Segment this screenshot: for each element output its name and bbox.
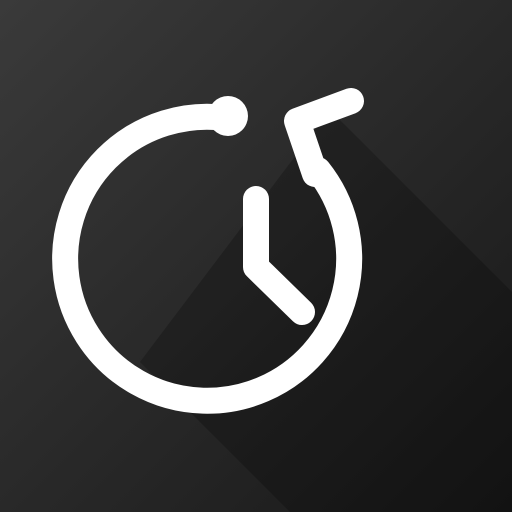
app-icon [0, 0, 512, 512]
ring-start-cap [208, 96, 248, 136]
clock-history-icon [0, 0, 512, 512]
